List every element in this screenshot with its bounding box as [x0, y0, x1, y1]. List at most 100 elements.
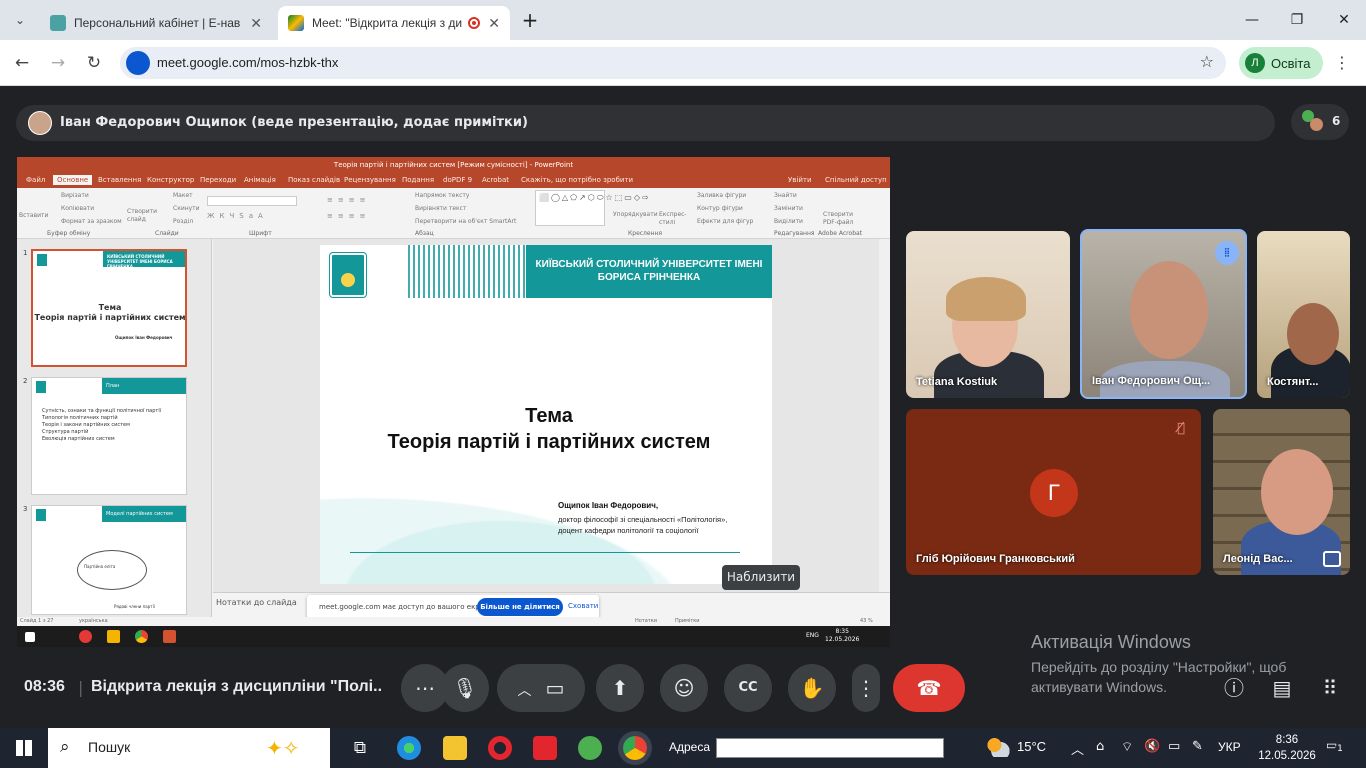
profile-name: Освіта [1271, 55, 1311, 71]
new-tab-button[interactable]: + [518, 8, 542, 32]
speaker-muted-icon[interactable]: 🔇 [1144, 739, 1160, 754]
site-favicon-icon [50, 15, 66, 31]
weather-icon[interactable] [986, 737, 1010, 757]
slide-topic: Теорія партій і партійних систем [387, 431, 711, 453]
temperature: 15°C [1017, 739, 1047, 754]
ribbon-item: Створити PDF-файл [823, 211, 854, 226]
shared-windows-taskbar: ENG 8:35 12.05.2026 [17, 626, 890, 647]
ppt-tab: Переходи [200, 176, 237, 184]
reload-icon[interactable]: ↻ [82, 51, 106, 75]
thumb-number: 1 [23, 249, 28, 257]
bookmark-star-icon[interactable]: ☆ [1200, 52, 1214, 71]
comments-toggle[interactable]: Примітки [675, 618, 700, 624]
wps-icon[interactable] [533, 736, 557, 760]
ribbon-item: Створити слайд [127, 208, 157, 223]
browser-toolbar: ← → ↻ meet.google.com/mos-hzbk-thx ☆ Л О… [0, 40, 1366, 86]
wifi-icon[interactable]: ⌔ [1121, 739, 1133, 755]
tray-network-icon[interactable]: ⌂ [1096, 739, 1104, 754]
participant-avatar: Г [1030, 469, 1078, 517]
ribbon-group-label: Креслення [628, 230, 663, 237]
close-window-icon[interactable]: ✕ [1332, 8, 1356, 32]
notes-toggle[interactable]: Нотатки [635, 618, 657, 624]
chrome-icon[interactable] [623, 736, 647, 760]
forward-arrow-icon[interactable]: → [46, 51, 70, 75]
tab-search-chevron-icon[interactable]: ⌄ [8, 8, 32, 32]
emoji-icon: ☺ [673, 676, 695, 700]
slide-counter: Слайд 1 з 27 [20, 618, 54, 624]
inner-clock-date: 12.05.2026 [825, 636, 860, 643]
meeting-info-icon[interactable]: ⓘ [1220, 674, 1248, 702]
leave-call-button[interactable]: ☎ [893, 664, 965, 712]
chat-icon[interactable]: ▤ [1268, 674, 1296, 702]
restore-window-icon[interactable]: ❐ [1285, 8, 1309, 32]
tab-personal-cabinet[interactable]: Персональний кабінет | Е-нав ✕ [40, 6, 272, 40]
participant-tile-speaking[interactable]: ⦙⦙ Іван Федорович Ощ... [1080, 229, 1247, 399]
ribbon-item: Вирівняти текст [415, 205, 467, 212]
taskbar-search-box[interactable]: ⌕ Пошук ✦✧ [48, 728, 330, 768]
raise-hand-button[interactable]: ✋ [788, 664, 836, 712]
slide-thumbnail-2[interactable]: План Сутність, ознаки та функції політич… [31, 377, 187, 495]
ppt-tab: Файл [26, 176, 46, 184]
plan-item: Сутність, ознаки та функції політичної п… [42, 408, 162, 414]
pip-icon[interactable] [1323, 551, 1341, 567]
ribbon-group-label: Редагування [774, 230, 815, 237]
participant-name: Костянт... [1267, 376, 1319, 388]
tab-title: Персональний кабінет | Е-нав [74, 16, 241, 30]
ppt-tell-me: Скажіть, що потрібно зробити [521, 176, 634, 184]
participant-tile[interactable]: Tetiana Kostiuk [906, 231, 1070, 398]
captions-button[interactable]: CC [724, 664, 772, 712]
windows-start-icon[interactable] [16, 740, 32, 756]
minimize-window-icon[interactable]: — [1240, 8, 1264, 32]
battery-icon[interactable]: ▭ [1168, 739, 1180, 754]
university-name: КИЇВСЬКИЙ СТОЛИЧНИЙ УНІВЕРСИТЕТ ІМЕНІ БО… [535, 259, 763, 283]
slide-thumbnail-1[interactable]: КИЇВСЬКИЙ СТОЛИЧНИЙ УНІВЕРСИТЕТ ІМЕНІ БО… [31, 249, 187, 367]
activities-grid-icon[interactable]: ⠿ [1316, 674, 1344, 702]
presenter-avatar [28, 111, 52, 135]
participant-name: Tetiana Kostiuk [916, 376, 998, 388]
participant-tile[interactable]: 🎙̸ Г Гліб Юрійович Гранковський [906, 409, 1201, 575]
close-tab-icon[interactable]: ✕ [488, 15, 500, 32]
more-options-button[interactable]: ⋮ [852, 664, 880, 712]
degree-line: доцент кафедри політології та соціології [558, 526, 699, 535]
profile-button[interactable]: Л Освіта [1239, 47, 1323, 79]
slide-thumbnail-3[interactable]: Моделі партійних систем Партійна еліта Р… [31, 505, 187, 615]
slide-scrollbar[interactable] [879, 239, 890, 592]
participant-face [1130, 261, 1208, 359]
participant-tile[interactable]: Костянт... [1257, 231, 1350, 398]
participant-tile[interactable]: Леонід Вас... [1213, 409, 1350, 575]
participants-button[interactable]: 6 [1291, 104, 1349, 140]
thumb-number: 3 [23, 505, 28, 513]
notifications-icon[interactable]: ▭ 1 [1326, 738, 1345, 756]
address-bar[interactable]: meet.google.com/mos-hzbk-thx ☆ [120, 47, 1226, 79]
hide-share-notice-button[interactable]: Сховати [568, 602, 598, 610]
folder-icon [107, 630, 120, 643]
taskbar-clock[interactable]: 8:36 12.05.2026 [1256, 732, 1318, 764]
opera-icon[interactable] [488, 736, 512, 760]
tray-chevron-up-icon[interactable]: ︿ [1071, 739, 1084, 758]
tab-meet[interactable]: Meet: "Відкрита лекція з ди ✕ [278, 6, 510, 40]
task-view-icon[interactable]: ⧉ [348, 736, 372, 760]
ppt-status-bar: Слайд 1 з 27 українська Нотатки Примітки… [17, 617, 890, 626]
stop-sharing-button[interactable]: Більше не ділитися [477, 598, 563, 616]
pen-icon[interactable]: ✎ [1192, 739, 1203, 754]
site-info-icon[interactable] [126, 51, 150, 75]
shapes-gallery: ⬜◯△⬠↗⬡⬭☆⬚▭◇⇨ [535, 190, 649, 226]
current-slide: КИЇВСЬКИЙ СТОЛИЧНИЙ УНІВЕРСИТЕТ ІМЕНІ БО… [320, 245, 772, 584]
edge-icon[interactable] [397, 736, 421, 760]
browser-menu-icon[interactable]: ⋮ [1330, 51, 1354, 75]
back-arrow-icon[interactable]: ← [10, 51, 34, 75]
utorrent-icon[interactable] [578, 736, 602, 760]
participant-hair [946, 277, 1026, 321]
search-placeholder: Пошук [88, 739, 131, 755]
close-tab-icon[interactable]: ✕ [250, 15, 262, 32]
address-toolbar-input[interactable] [716, 738, 944, 758]
emoji-button[interactable]: ☺ [660, 664, 708, 712]
camera-button[interactable]: ︿ ▭ [497, 664, 585, 712]
present-screen-button[interactable]: ⬆ [596, 664, 644, 712]
zoom-level[interactable]: 43 % [860, 618, 873, 624]
microphone-button[interactable]: 🎙 [441, 664, 489, 712]
presenter-banner: Іван Федорович Ощипок (веде презентацію,… [16, 105, 1275, 141]
participant-avatar [1310, 118, 1323, 131]
input-language[interactable]: УКР [1218, 740, 1241, 754]
file-explorer-icon[interactable] [443, 736, 467, 760]
